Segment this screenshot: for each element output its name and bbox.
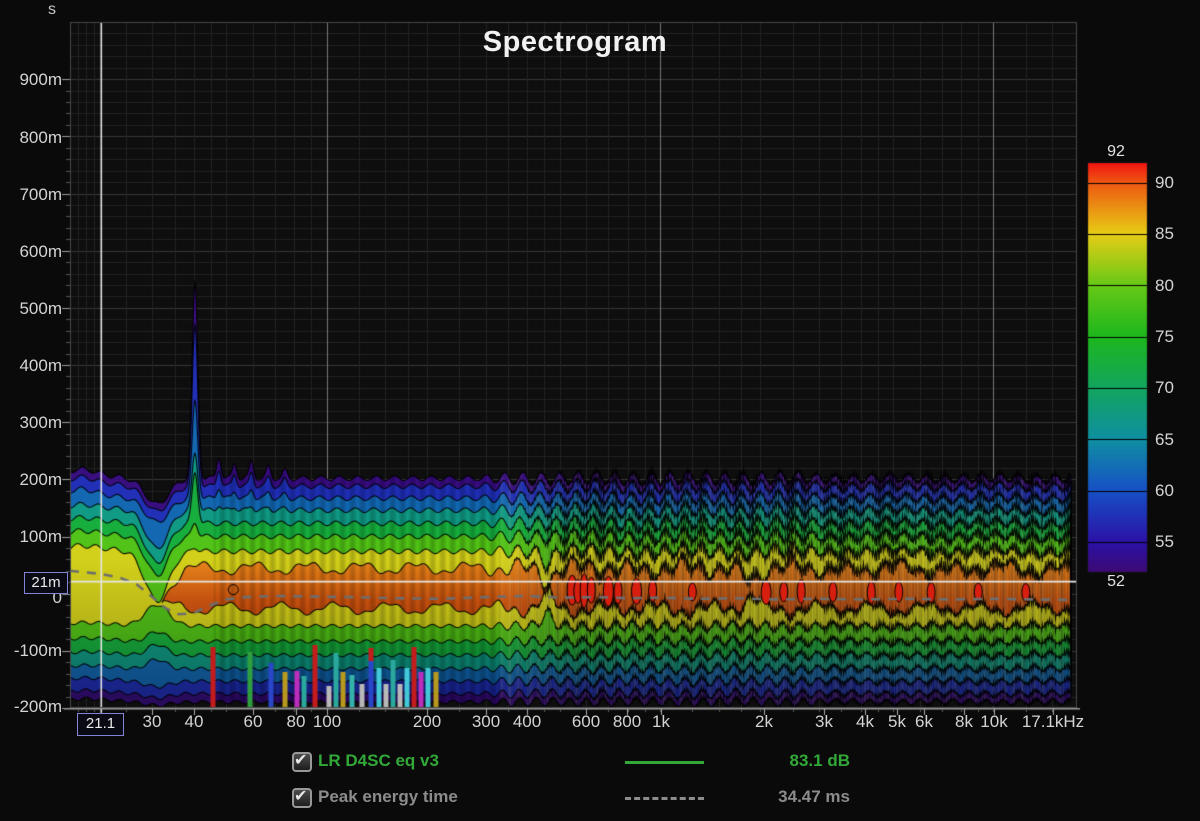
y-axis-label: 300m — [19, 413, 62, 433]
peak-energy-value: 34.47 ms — [660, 787, 850, 807]
colorbar-tick-label: 75 — [1155, 327, 1174, 347]
spectrogram-plot[interactable] — [0, 0, 1200, 821]
x-axis-label: 600 — [572, 712, 600, 732]
y-axis-label: 100m — [19, 527, 62, 547]
x-axis-label: 30 — [143, 712, 162, 732]
x-axis-label: 100 — [313, 712, 341, 732]
x-axis-label: 2k — [755, 712, 773, 732]
y-axis-label: 700m — [19, 185, 62, 205]
x-axis-label: 3k — [815, 712, 833, 732]
x-axis-label: 5k — [888, 712, 906, 732]
frequency-cursor-readout: 21.1 — [77, 713, 124, 736]
colorbar-tick-label: 60 — [1155, 481, 1174, 501]
colorbar-tick-label: 65 — [1155, 430, 1174, 450]
peak-energy-label[interactable]: Peak energy time — [318, 787, 458, 807]
colorbar-min-label: 52 — [1087, 573, 1145, 591]
y-axis-label: 900m — [19, 70, 62, 90]
colorbar-tick-label: 85 — [1155, 224, 1174, 244]
x-axis-label: 1k — [652, 712, 670, 732]
x-axis-label: 10k — [980, 712, 1007, 732]
colorbar-tick-label: 55 — [1155, 532, 1174, 552]
x-axis-label: 17.1kHz — [1022, 712, 1084, 732]
check-icon: ✔ — [294, 786, 307, 806]
peak-energy-checkbox[interactable]: ✔ — [292, 788, 312, 808]
check-icon: ✔ — [294, 750, 307, 770]
y-axis-label: -200m — [14, 697, 62, 717]
y-axis-label: 600m — [19, 242, 62, 262]
x-axis-label: 40 — [185, 712, 204, 732]
y-axis-label: -100m — [14, 641, 62, 661]
y-axis-label: 200m — [19, 470, 62, 490]
x-axis-label: 60 — [244, 712, 263, 732]
x-axis-label: 300 — [472, 712, 500, 732]
measurement-checkbox[interactable]: ✔ — [292, 752, 312, 772]
measurement-label[interactable]: LR D4SC eq v3 — [318, 751, 439, 771]
time-cursor-readout: 21m — [24, 572, 68, 594]
x-axis-label: 400 — [513, 712, 541, 732]
y-axis-unit: s — [48, 1, 56, 19]
spectrogram-window: { "header": {"title": "Spectrogram"}, "y… — [0, 0, 1200, 821]
x-axis-label: 6k — [915, 712, 933, 732]
spl-value: 83.1 dB — [660, 751, 850, 771]
colorbar-tick-label: 80 — [1155, 276, 1174, 296]
colorbar-max-label: 92 — [1087, 143, 1145, 161]
colorbar-tick-label: 70 — [1155, 378, 1174, 398]
x-axis-label: 4k — [856, 712, 874, 732]
x-axis-label: 8k — [955, 712, 973, 732]
y-axis-label: 800m — [19, 128, 62, 148]
legend-row-peak-energy: ✔ Peak energy time 34.47 ms — [0, 787, 1200, 811]
page-title: Spectrogram — [375, 26, 775, 59]
x-axis-label: 200 — [413, 712, 441, 732]
y-axis-label: 500m — [19, 299, 62, 319]
legend-row-measurement: ✔ LR D4SC eq v3 83.1 dB — [0, 751, 1200, 775]
x-axis-label: 800 — [613, 712, 641, 732]
y-axis-label: 400m — [19, 356, 62, 376]
x-axis-label: 80 — [287, 712, 306, 732]
colorbar-tick-label: 90 — [1155, 173, 1174, 193]
